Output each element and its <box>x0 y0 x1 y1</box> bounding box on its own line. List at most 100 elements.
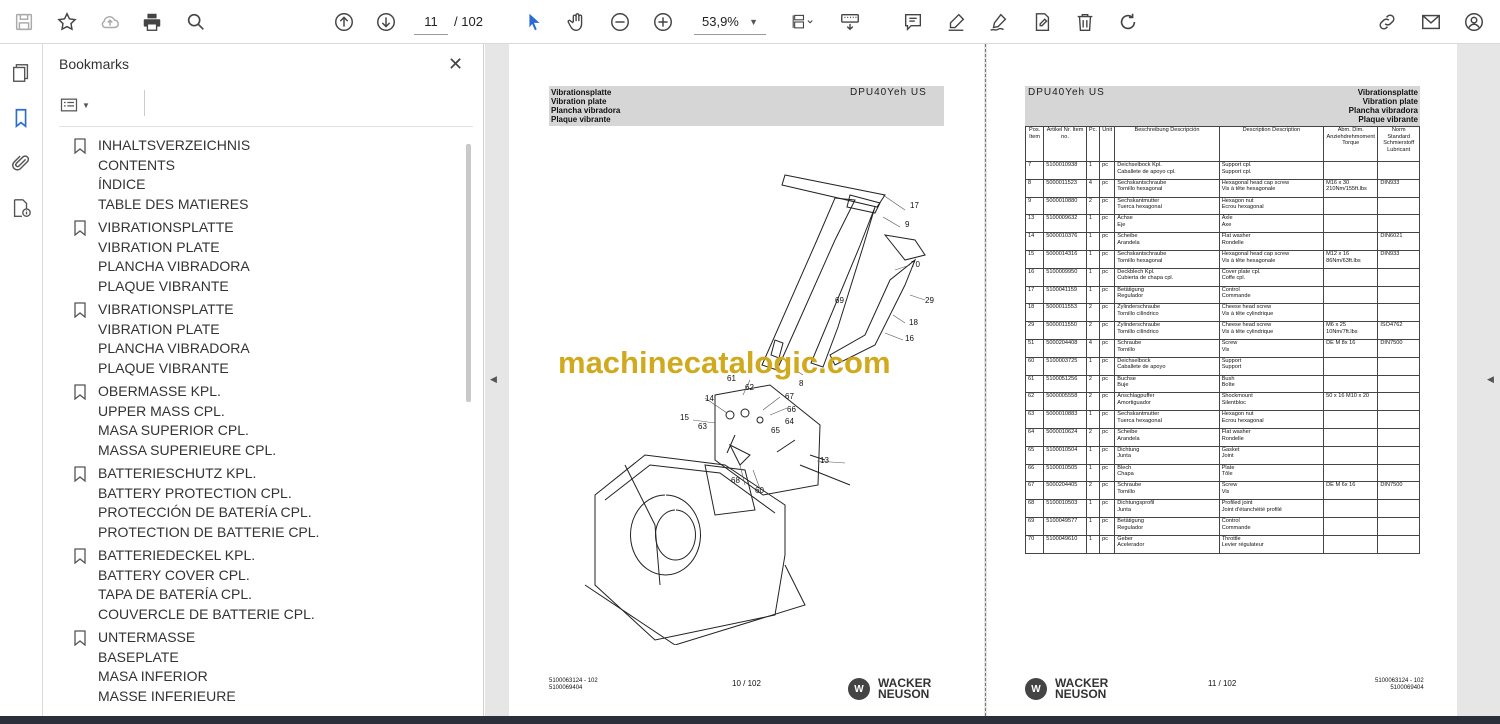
zoom-out-icon[interactable] <box>606 8 634 36</box>
user-icon[interactable] <box>1460 8 1488 36</box>
table-cell: pc <box>1099 196 1116 216</box>
bookmarks-panel: Bookmarks ✕ ▼ INHALTSVERZEICHNIS CONTENT… <box>44 44 484 716</box>
table-cell <box>1377 516 1420 536</box>
bookmark-label: UPPER MASS CPL. <box>98 402 225 419</box>
table-cell: Hexagonal head cap screw Vis à tête hexa… <box>1218 249 1325 269</box>
bookmark-item[interactable]: OBERMASSE KPL. UPPER MASS CPL. MASA SUPE… <box>74 382 464 460</box>
star-icon[interactable] <box>53 8 81 36</box>
scrollbar-thumb[interactable] <box>466 144 471 402</box>
collapse-left-icon[interactable]: ◀ <box>490 374 497 385</box>
table-cell: DIN933 <box>1377 178 1420 198</box>
table-row: 8 5000011523 4 pc Sechskantschraube Tornillo… <box>1024 178 1420 198</box>
upload-cloud-icon[interactable] <box>96 8 124 36</box>
header-line: Plancha vibradora <box>551 106 621 115</box>
table-cell: 18 <box>1024 303 1045 323</box>
trash-icon[interactable] <box>1071 8 1099 36</box>
callout-label: 70 <box>911 260 920 269</box>
link-icon[interactable] <box>1373 8 1401 36</box>
comment-icon[interactable] <box>899 8 927 36</box>
collapse-right-icon[interactable]: ◀ <box>1487 374 1494 385</box>
table-cell: DIN933 <box>1377 249 1420 269</box>
table-cell <box>1323 463 1379 483</box>
table-cell: Scheibe Arandela <box>1114 427 1220 447</box>
table-row: 66 5100010505 1 pc Blech Chapa Plate Tôle <box>1024 463 1420 483</box>
zoom-search-icon[interactable] <box>182 8 210 36</box>
bookmark-item[interactable]: UNTERMASSE BASEPLATE MASA INFERIOR MASSE… <box>74 628 464 706</box>
table-cell <box>1377 499 1420 518</box>
table-cell: M16 x 30 210Nm/155ft.lbs <box>1323 178 1379 198</box>
table-header-cell: Artikel Nr. Item no. <box>1043 126 1087 162</box>
table-cell: 1 <box>1085 161 1101 180</box>
close-icon[interactable]: ✕ <box>448 54 463 75</box>
hand-icon[interactable] <box>563 8 591 36</box>
table-cell: 63 <box>1024 410 1045 429</box>
callout-label: 18 <box>909 318 918 327</box>
table-cell: Plate Tôle <box>1218 463 1325 483</box>
table-cell: Dichtung Junta <box>1114 445 1220 465</box>
table-cell <box>1323 516 1379 536</box>
mail-icon[interactable] <box>1417 8 1445 36</box>
page-number-input[interactable]: 11 <box>414 9 448 35</box>
table-cell: Screw Vis <box>1218 481 1325 501</box>
table-cell: pc <box>1099 161 1116 180</box>
save-icon[interactable] <box>10 8 38 36</box>
footer-doc-line: 5100069404 <box>1390 685 1424 691</box>
table-cell: 67 <box>1024 481 1045 501</box>
watermark-text: machinecatalogic.com <box>558 345 891 380</box>
select-arrow-icon[interactable] <box>520 8 548 36</box>
model-code: DPU40Yeh US <box>1028 87 1105 98</box>
table-row: 16 5100009950 1 pc Deckblech Kpl. Cubierta d… <box>1024 267 1420 287</box>
stamp-icon[interactable] <box>1028 8 1056 36</box>
page-fit-icon[interactable] <box>784 8 820 36</box>
page-header-titles: Vibrationsplatte Vibration plate Plancha… <box>551 88 620 124</box>
bookmark-options-icon[interactable]: ▼ <box>59 94 99 116</box>
table-row: 17 5100041159 1 pc Betätigung Regulador Contr… <box>1024 285 1420 305</box>
table-cell: Profiled joint Joint d'étanchéité profil… <box>1218 499 1325 518</box>
highlight-pen-icon[interactable] <box>942 8 970 36</box>
bookmark-item[interactable]: INHALTSVERZEICHNIS CONTENTS ÍNDICE TABLE… <box>74 136 464 214</box>
table-cell <box>1323 285 1379 305</box>
bookmark-item[interactable]: BATTERIEDECKEL KPL. BATTERY COVER CPL. T… <box>74 546 464 624</box>
table-cell <box>1323 445 1379 465</box>
navigation-rail <box>0 44 43 716</box>
zoom-select[interactable]: 53,9% ▼ <box>694 9 766 35</box>
rotate-icon[interactable] <box>1114 8 1142 36</box>
exploded-parts-diagram: 17 9 70 29 18 16 69 8 61 62 14 15 63 67 … <box>584 174 934 645</box>
page-down-icon[interactable] <box>372 8 400 36</box>
attachment-icon[interactable] <box>8 150 34 176</box>
table-header-cell: Unit <box>1099 126 1116 162</box>
bookmark-icon[interactable] <box>8 105 34 131</box>
keyboard-scroll-icon[interactable] <box>836 8 864 36</box>
bookmark-label: BATTERY PROTECTION CPL. <box>98 484 292 501</box>
table-cell: 2 <box>1085 303 1101 323</box>
bookmark-item[interactable]: VIBRATIONSPLATTE VIBRATION PLATE PLANCHA… <box>74 300 464 378</box>
bookmark-label: VIBRATION PLATE <box>98 320 220 337</box>
sign-icon[interactable] <box>985 8 1013 36</box>
callout-label: 29 <box>925 296 934 305</box>
table-cell: 5100010938 <box>1043 161 1087 180</box>
table-cell: 5100003725 <box>1043 356 1087 376</box>
table-cell: Deckblech Kpl. Cubierta de chapa cpl. <box>1114 267 1220 287</box>
table-cell: Cover plate cpl. Coffe cpl. <box>1218 267 1325 287</box>
table-row: 14 5000010376 1 pc Scheibe Arandela Flat wash… <box>1024 232 1420 251</box>
page-header-titles: Vibrationsplatte Vibration plate Plancha… <box>1300 88 1418 124</box>
page-total: / 102 <box>454 14 483 29</box>
table-cell: pc <box>1099 267 1116 287</box>
table-cell <box>1377 392 1420 412</box>
footer-doc-number: 5100063124 - 102 5100069404 <box>549 678 598 692</box>
bookmark-label: TAPA DE BATERÍA CPL. <box>98 586 253 602</box>
table-cell: 5000204405 <box>1043 481 1087 501</box>
table-cell: 1 <box>1085 499 1101 518</box>
panel-scrollbar[interactable] <box>466 144 472 704</box>
doc-info-icon[interactable] <box>8 195 34 221</box>
table-row: 13 5100009632 1 pc Achse Eje Axle Axe <box>1024 214 1420 234</box>
page-up-icon[interactable] <box>330 8 358 36</box>
pages-icon[interactable] <box>8 60 34 86</box>
zoom-in-icon[interactable] <box>649 8 677 36</box>
bookmark-item[interactable]: BATTERIESCHUTZ KPL. BATTERY PROTECTION C… <box>74 464 464 542</box>
bookmark-item[interactable]: VIBRATIONSPLATTE VIBRATION PLATE PLANCHA… <box>74 218 464 296</box>
table-cell <box>1323 534 1379 554</box>
toolbar-divider <box>144 90 145 116</box>
print-icon[interactable] <box>138 8 166 36</box>
table-cell <box>1323 303 1379 323</box>
